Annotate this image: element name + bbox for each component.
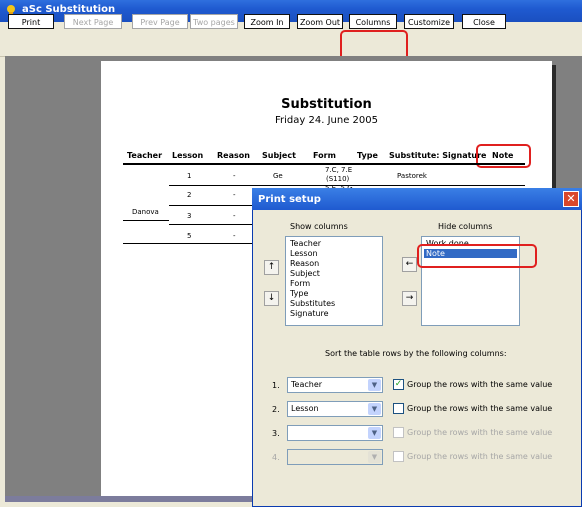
close-icon[interactable]: ✕ — [563, 191, 579, 207]
col-substitute-signature: Substitute: Signature — [389, 151, 487, 160]
row1-substitute: Pastorek — [397, 172, 427, 180]
sort-row-number: 3. — [272, 429, 280, 438]
scrollbar-strip[interactable] — [5, 496, 255, 502]
row3-reason: - — [233, 212, 236, 220]
col-form: Form — [313, 151, 336, 160]
sort-select-2[interactable]: Lesson ▼ — [287, 401, 383, 417]
customize-button[interactable]: Customize — [404, 14, 454, 29]
row2-lesson: 2 — [187, 191, 192, 199]
row-rule — [169, 205, 253, 206]
group-label-1: Group the rows with the same value — [407, 380, 553, 389]
prev-page-button[interactable]: Prev Page — [132, 14, 188, 29]
sort-row-number: 4. — [272, 453, 280, 462]
table-bottom-rule — [123, 243, 253, 244]
group-label-2: Group the rows with the same value — [407, 404, 553, 413]
list-item[interactable]: Signature — [290, 309, 329, 318]
row-rule — [169, 224, 253, 225]
sort-select-4[interactable]: ▼ — [287, 449, 383, 465]
right-arrow-icon[interactable]: → — [402, 291, 417, 306]
row-rule — [123, 220, 169, 221]
row1-lesson: 1 — [187, 172, 192, 180]
dialog-title: Print setup — [258, 194, 321, 205]
show-columns-list[interactable]: Teacher Lesson Reason Subject Form Type … — [285, 236, 383, 326]
list-item[interactable]: Lesson — [290, 249, 318, 258]
chevron-down-icon[interactable]: ▼ — [368, 403, 381, 415]
zoom-out-button[interactable]: Zoom Out — [297, 14, 343, 29]
columns-button[interactable]: Columns — [349, 14, 397, 29]
row1-reason: - — [233, 172, 236, 180]
col-teacher: Teacher — [127, 151, 163, 160]
note-selection-annotation — [417, 244, 537, 268]
list-item[interactable]: Substitutes — [290, 299, 335, 308]
print-button[interactable]: Print — [8, 14, 54, 29]
document-date: Friday 24. June 2005 — [275, 115, 378, 126]
list-item[interactable]: Subject — [290, 269, 320, 278]
sort-select-1[interactable]: Teacher ▼ — [287, 377, 383, 393]
chevron-down-icon[interactable]: ▼ — [368, 451, 381, 463]
teacher-name: Danova — [132, 208, 159, 216]
hide-columns-label: Hide columns — [438, 222, 493, 231]
col-lesson: Lesson — [172, 151, 204, 160]
group-label-4: Group the rows with the same value — [407, 452, 553, 461]
col-subject: Subject — [262, 151, 296, 160]
down-arrow-icon[interactable]: ↓ — [264, 291, 279, 306]
list-item[interactable]: Teacher — [290, 239, 321, 248]
document-title: Substitution — [281, 97, 372, 112]
two-pages-button[interactable]: Two pages — [190, 14, 238, 29]
row2-reason: - — [233, 191, 236, 199]
group-checkbox-4[interactable] — [393, 451, 404, 462]
group-checkbox-3[interactable] — [393, 427, 404, 438]
list-item[interactable]: Form — [290, 279, 310, 288]
up-arrow-icon[interactable]: ↑ — [264, 260, 279, 275]
row1-subject: Ge — [273, 172, 283, 180]
sort-label: Sort the table rows by the following col… — [325, 349, 507, 358]
chevron-down-icon[interactable]: ▼ — [368, 379, 381, 391]
list-item[interactable]: Type — [290, 289, 308, 298]
list-item[interactable]: Reason — [290, 259, 319, 268]
row3-lesson: 3 — [187, 212, 192, 220]
left-arrow-icon[interactable]: ← — [402, 257, 417, 272]
col-reason: Reason — [217, 151, 250, 160]
row4-reason: - — [233, 232, 236, 240]
close-button[interactable]: Close — [462, 14, 506, 29]
show-columns-label: Show columns — [290, 222, 348, 231]
chevron-down-icon[interactable]: ▼ — [368, 427, 381, 439]
group-checkbox-1[interactable]: ✓ — [393, 379, 404, 390]
row1-form: 7.C, 7.E — [325, 166, 353, 174]
row1-form-room: (S110) — [326, 175, 350, 183]
row4-lesson: 5 — [187, 232, 192, 240]
col-type: Type — [357, 151, 378, 160]
sort-row-number: 2. — [272, 405, 280, 414]
group-label-3: Group the rows with the same value — [407, 428, 553, 437]
sort-row-number: 1. — [272, 381, 280, 390]
header-rule — [123, 163, 525, 165]
next-page-button[interactable]: Next Page — [64, 14, 122, 29]
group-checkbox-2[interactable] — [393, 403, 404, 414]
sort-select-3[interactable]: ▼ — [287, 425, 383, 441]
zoom-in-button[interactable]: Zoom In — [244, 14, 290, 29]
